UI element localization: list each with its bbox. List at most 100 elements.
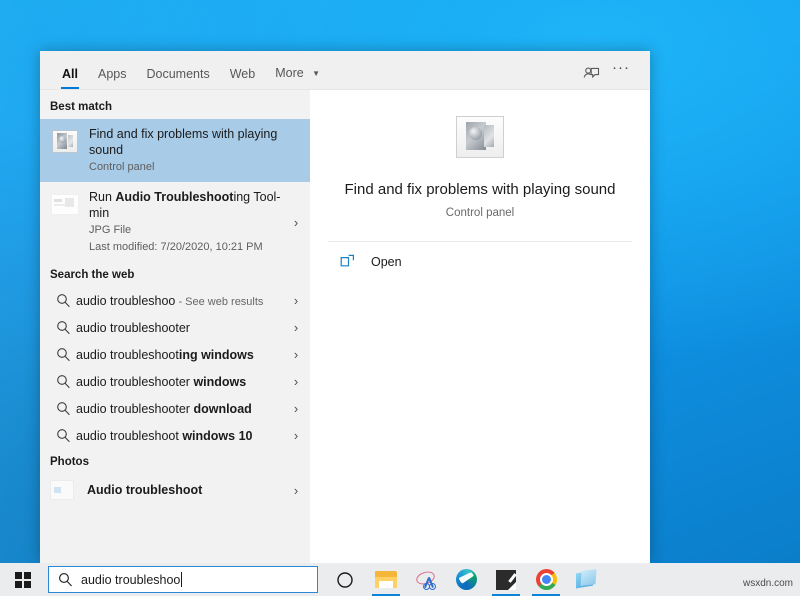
web-suggestion-0-text: audio troubleshoo - See web results — [76, 294, 288, 308]
chevron-right-icon[interactable]: › — [288, 320, 304, 335]
web-suggestion-3-plain: audio troubleshooter — [76, 375, 190, 389]
web-suggestion-2-bold: ing windows — [179, 348, 254, 362]
preview-action-open[interactable]: Open — [310, 242, 650, 269]
search-icon — [50, 320, 76, 335]
start-button[interactable] — [0, 563, 46, 596]
search-icon — [50, 374, 76, 389]
tab-web[interactable]: Web — [220, 67, 265, 89]
web-suggestion-2[interactable]: audio troubleshooting windows › — [40, 341, 310, 368]
web-suggestion-4[interactable]: audio troubleshooter download › — [40, 395, 310, 422]
web-suggestion-1-plain: audio troubleshooter — [76, 321, 190, 335]
sticky-note-icon — [496, 570, 516, 590]
chevron-down-icon: ▼ — [312, 67, 320, 81]
taskbar-app-snipping-tool[interactable] — [406, 563, 446, 596]
ellipsis-glyph: ··· — [612, 59, 630, 76]
web-suggestion-0[interactable]: audio troubleshoo - See web results › — [40, 287, 310, 314]
tab-web-label: Web — [230, 67, 255, 81]
task-view-icon — [336, 571, 354, 589]
chevron-right-icon[interactable]: › — [288, 483, 304, 498]
preview-title: Find and fix problems with playing sound — [310, 180, 650, 200]
result-file-jpg[interactable]: Run Audio Troubleshooting Tool-min JPG F… — [40, 182, 310, 262]
tab-apps[interactable]: Apps — [88, 67, 137, 89]
web-suggestion-1[interactable]: audio troubleshooter › — [40, 314, 310, 341]
chevron-right-icon[interactable]: › — [288, 428, 304, 443]
taskbar-app-google-chrome[interactable] — [526, 563, 566, 596]
preview-action-open-label: Open — [371, 255, 402, 269]
web-suggestion-4-bold: download — [190, 402, 252, 416]
web-suggestion-3[interactable]: audio troubleshooter windows › — [40, 368, 310, 395]
result-best-match[interactable]: Find and fix problems with playing sound… — [40, 119, 310, 182]
web-suggestion-3-text: audio troubleshooter windows — [76, 375, 288, 389]
web-suggestion-0-plain: audio troubleshoo — [76, 294, 175, 308]
search-icon — [50, 347, 76, 362]
taskbar: audio troubleshoo — [0, 563, 800, 596]
search-icon — [50, 401, 76, 416]
tab-documents-label: Documents — [146, 67, 209, 81]
search-tab-bar: All Apps Documents Web More ▼ ··· — [40, 51, 650, 90]
result-file-jpg-text: Run Audio Troubleshooting Tool-min JPG F… — [89, 189, 288, 255]
feedback-icon[interactable] — [576, 61, 606, 85]
search-flyout-body: Best match Find and fix problems with pl… — [40, 90, 650, 563]
photo-result-0-title: Audio troubleshoot — [87, 483, 288, 497]
section-label-search-the-web: Search the web — [40, 262, 310, 287]
book-icon — [576, 570, 597, 589]
preview-header: Find and fix problems with playing sound… — [310, 90, 650, 219]
scissors-icon — [415, 570, 437, 590]
chevron-right-icon[interactable]: › — [288, 293, 304, 308]
tab-documents[interactable]: Documents — [136, 67, 219, 89]
task-view-button[interactable] — [324, 563, 366, 596]
web-suggestion-5-plain: audio troubleshoot — [76, 429, 179, 443]
web-suggestion-5-text: audio troubleshoot windows 10 — [76, 429, 288, 443]
chevron-right-icon[interactable]: › — [288, 347, 304, 362]
web-suggestion-3-bold: windows — [190, 375, 246, 389]
taskbar-search-input[interactable]: audio troubleshoo — [48, 566, 318, 593]
folder-icon — [375, 571, 397, 588]
troubleshoot-sound-icon — [50, 126, 80, 156]
section-label-photos: Photos — [40, 449, 310, 474]
web-suggestion-5-bold: windows 10 — [179, 429, 253, 443]
chevron-right-icon[interactable]: › — [288, 374, 304, 389]
jpg-thumbnail-icon — [50, 189, 80, 219]
taskbar-app-file-explorer[interactable] — [366, 563, 406, 596]
web-suggestion-1-text: audio troubleshooter — [76, 321, 288, 335]
result-file-jpg-title: Run Audio Troubleshooting Tool-min — [89, 189, 288, 221]
web-suggestion-4-text: audio troubleshooter download — [76, 402, 288, 416]
more-options-icon[interactable]: ··· — [606, 55, 636, 85]
open-external-icon — [336, 254, 358, 269]
result-best-match-title: Find and fix problems with playing sound — [89, 126, 304, 158]
preview-subtitle: Control panel — [310, 207, 650, 219]
section-label-best-match: Best match — [40, 94, 310, 119]
chevron-right-icon[interactable]: › — [288, 401, 304, 416]
result-best-match-subtitle: Control panel — [89, 159, 304, 175]
taskbar-search-value: audio troubleshoo — [81, 572, 182, 587]
chevron-right-icon[interactable]: › — [288, 215, 304, 230]
text-cursor — [181, 572, 182, 587]
web-suggestion-4-plain: audio troubleshooter — [76, 402, 190, 416]
site-watermark: wsxdn.com — [743, 578, 793, 589]
tab-more-label: More — [275, 66, 303, 80]
taskbar-app-help-book[interactable] — [566, 563, 606, 596]
result-best-match-text: Find and fix problems with playing sound… — [89, 126, 304, 175]
windows-logo-icon — [15, 572, 31, 588]
web-suggestion-0-note: - See web results — [175, 296, 263, 308]
taskbar-app-sticky-notes[interactable] — [486, 563, 526, 596]
web-suggestion-5[interactable]: audio troubleshoot windows 10 › — [40, 422, 310, 449]
taskbar-app-list — [366, 563, 606, 596]
search-icon — [50, 428, 76, 443]
photo-result-0[interactable]: Audio troubleshoot › — [40, 474, 310, 506]
search-icon — [50, 293, 76, 308]
taskbar-search-text: audio troubleshoo — [81, 573, 180, 587]
troubleshoot-sound-icon-large — [310, 116, 650, 158]
result-file-jpg-type: JPG File — [89, 222, 288, 238]
tab-all-label: All — [62, 67, 78, 81]
chrome-icon — [536, 569, 557, 590]
taskbar-app-microsoft-edge[interactable] — [446, 563, 486, 596]
web-suggestion-2-text: audio troubleshooting windows — [76, 348, 288, 362]
tab-more[interactable]: More ▼ — [265, 66, 330, 89]
web-suggestion-2-plain: audio troubleshoot — [76, 348, 179, 362]
search-results-pane[interactable]: Best match Find and fix problems with pl… — [40, 90, 310, 563]
result-file-jpg-modified: Last modified: 7/20/2020, 10:21 PM — [89, 239, 288, 255]
result-file-title-bold: Audio Troubleshoot — [115, 190, 233, 204]
tab-all[interactable]: All — [52, 67, 88, 89]
edge-icon — [456, 569, 477, 590]
